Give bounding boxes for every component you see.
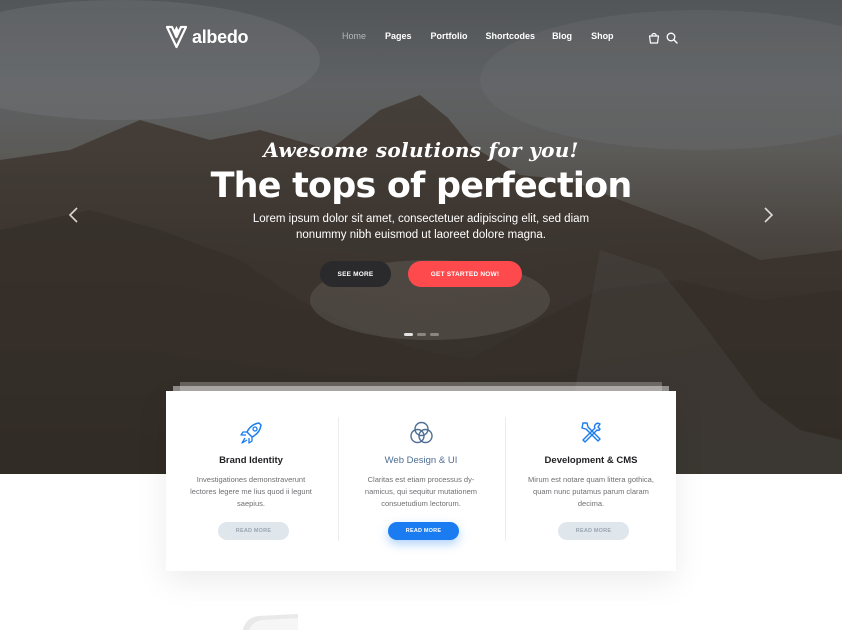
feature-description: Mirum est notare quam littera gothica, q… — [528, 475, 654, 508]
slider-dot-2[interactable] — [417, 333, 426, 336]
hero-description-line2: nonummy nibh euismod ut laoreet dolore m… — [296, 229, 546, 241]
slider-prev-arrow-icon[interactable] — [68, 207, 80, 223]
feature-description: Claritas est etiam processus dy-namicus,… — [364, 475, 478, 508]
tools-icon — [581, 422, 601, 443]
logo[interactable]: albedo — [166, 25, 249, 49]
read-more-button[interactable]: READ MORE — [558, 522, 629, 540]
get-started-button[interactable]: GET STARTED NOW! — [408, 261, 522, 287]
hero-description-line1: Lorem ipsum dolor sit amet, consectetuer… — [252, 213, 590, 225]
nav-item-pages[interactable]: Pages — [385, 31, 412, 41]
features-card: Brand Identity Investigationes demonstra… — [166, 391, 676, 571]
read-more-button[interactable]: READ MORE — [388, 522, 459, 540]
slider-dots — [404, 333, 439, 336]
rocket-icon — [240, 422, 262, 444]
feature-development: Development & CMS Mirum est notare quam … — [506, 391, 676, 571]
nav-icons — [648, 32, 678, 44]
feature-title: Development & CMS — [544, 455, 638, 466]
feature-brand-identity: Brand Identity Investigationes demonstra… — [166, 391, 336, 571]
slider-next-arrow-icon[interactable] — [762, 207, 774, 223]
see-more-button[interactable]: SEE MORE — [320, 261, 391, 287]
main-nav: Home Pages Portfolio Shortcodes Blog Sho… — [342, 31, 614, 41]
search-icon[interactable] — [666, 32, 678, 44]
feature-title: Web Design & UI — [384, 455, 458, 466]
nav-item-portfolio[interactable]: Portfolio — [431, 31, 468, 41]
cart-icon[interactable] — [648, 32, 660, 44]
nav-item-home[interactable]: Home — [342, 31, 366, 41]
logo-text: albedo — [192, 26, 249, 47]
logo-mark-icon — [166, 25, 187, 49]
decorative-device-image — [242, 614, 298, 630]
circles-icon — [410, 421, 433, 444]
feature-description: Investigationes demonstraverunt lectores… — [190, 475, 312, 508]
nav-item-shortcodes[interactable]: Shortcodes — [486, 31, 536, 41]
hero-headline: The tops of perfection — [210, 166, 633, 206]
read-more-button[interactable]: READ MORE — [218, 522, 289, 540]
slider-dot-1[interactable] — [404, 333, 413, 336]
feature-title: Brand Identity — [219, 455, 283, 466]
feature-web-design: Web Design & UI Claritas est etiam proce… — [336, 391, 506, 571]
hero-tagline: Awesome solutions for you! — [263, 138, 579, 162]
slider-dot-3[interactable] — [430, 333, 439, 336]
nav-item-shop[interactable]: Shop — [591, 31, 614, 41]
hero-description: Lorem ipsum dolor sit amet, consectetuer… — [0, 211, 842, 243]
nav-item-blog[interactable]: Blog — [552, 31, 572, 41]
